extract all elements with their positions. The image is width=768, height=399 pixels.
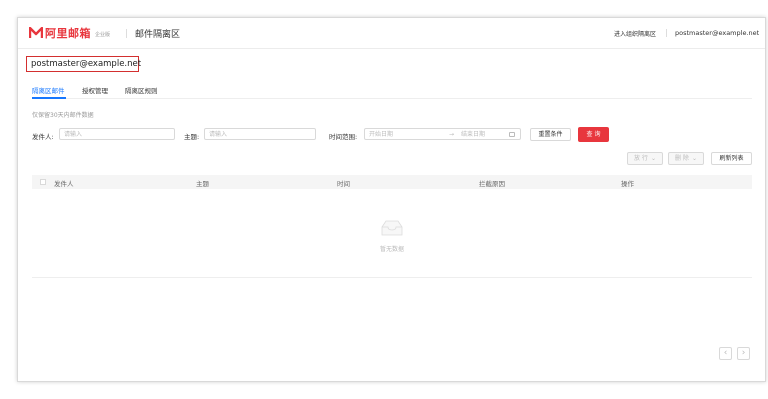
select-all-checkbox[interactable] bbox=[40, 179, 46, 185]
release-label: 放 行 bbox=[634, 155, 648, 162]
user-email-menu[interactable]: postmaster@example.net bbox=[675, 29, 759, 37]
delete-button[interactable]: 删 除 ⌄ bbox=[668, 152, 704, 165]
account-email: postmaster@example.net bbox=[31, 59, 142, 69]
enter-org-quarantine-link[interactable]: 进入组织隔离区 bbox=[614, 29, 656, 38]
search-button[interactable]: 查 询 bbox=[578, 127, 609, 142]
col-sender: 发件人 bbox=[54, 180, 74, 188]
release-button[interactable]: 放 行 ⌄ bbox=[627, 152, 663, 165]
table-header: 发件人 主题 时间 拦截原因 操作 bbox=[32, 175, 752, 189]
next-page-button[interactable]: › bbox=[737, 347, 750, 360]
tab-quarantine-rules[interactable]: 隔离区规则 bbox=[125, 85, 158, 95]
chevron-down-icon: ⌄ bbox=[650, 155, 656, 162]
app-window: 阿里邮箱 企业版 邮件隔离区 进入组织隔离区 postmaster@exampl… bbox=[17, 17, 766, 382]
col-subject: 主题 bbox=[196, 180, 209, 188]
divider bbox=[666, 29, 667, 37]
col-actions: 操作 bbox=[621, 180, 634, 188]
col-block-reason: 拦截原因 bbox=[479, 180, 505, 188]
divider bbox=[126, 29, 127, 38]
tabs-divider bbox=[32, 98, 752, 99]
logo-subtitle: 企业版 bbox=[95, 31, 111, 38]
prev-page-button[interactable]: ‹ bbox=[719, 347, 732, 360]
start-date-placeholder: 开始日期 bbox=[369, 131, 394, 138]
tab-quarantine-mail[interactable]: 隔离区邮件 bbox=[32, 85, 65, 95]
logo-text: 阿里邮箱 bbox=[45, 27, 91, 40]
date-range-picker[interactable]: 开始日期 → 结束日期 bbox=[364, 128, 521, 140]
logo-m-icon bbox=[29, 27, 43, 38]
page-title: 邮件隔离区 bbox=[135, 30, 181, 40]
refresh-list-button[interactable]: 刷新列表 bbox=[711, 152, 752, 165]
subject-label: 主题: bbox=[184, 133, 200, 141]
reset-button[interactable]: 重置条件 bbox=[530, 128, 571, 141]
end-date-placeholder: 结束日期 bbox=[461, 131, 486, 138]
empty-state-text: 暂无数据 bbox=[380, 246, 405, 253]
range-arrow: → bbox=[449, 131, 455, 138]
calendar-icon bbox=[509, 132, 515, 137]
active-tab-indicator bbox=[32, 97, 66, 99]
col-time: 时间 bbox=[337, 180, 350, 188]
time-range-label: 时间范围: bbox=[329, 133, 358, 141]
retention-hint: 仅保留30天内邮件数据 bbox=[32, 112, 94, 119]
table-divider bbox=[32, 277, 752, 278]
empty-inbox-icon bbox=[381, 220, 403, 236]
sender-label: 发件人: bbox=[32, 133, 54, 141]
sender-input[interactable]: 请输入 bbox=[59, 128, 175, 140]
brand-logo[interactable]: 阿里邮箱 企业版 bbox=[29, 25, 110, 41]
delete-label: 删 除 bbox=[675, 155, 689, 162]
subject-input[interactable]: 请输入 bbox=[204, 128, 316, 140]
tab-authorization[interactable]: 授权管理 bbox=[82, 85, 108, 95]
top-bar: 阿里邮箱 企业版 邮件隔离区 进入组织隔离区 postmaster@exampl… bbox=[18, 18, 765, 49]
chevron-down-icon: ⌄ bbox=[691, 155, 697, 162]
account-label-box: postmaster@example.net bbox=[26, 56, 142, 72]
